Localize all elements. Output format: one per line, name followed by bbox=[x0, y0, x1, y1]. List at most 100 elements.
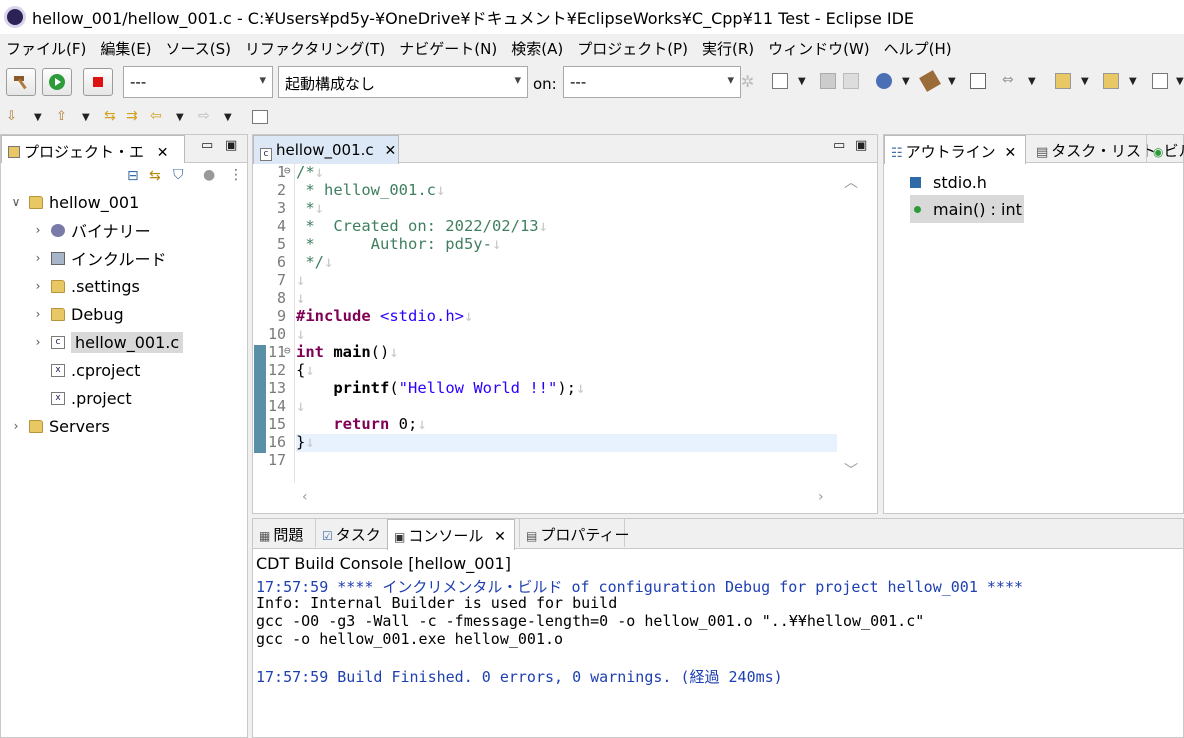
close-icon[interactable]: ✕ bbox=[384, 143, 396, 159]
next-annotation-icon[interactable]: ⇩ bbox=[6, 109, 17, 124]
code-line[interactable]: 12 {↓ bbox=[254, 361, 315, 379]
chevron-right-icon[interactable]: › bbox=[31, 223, 45, 237]
tree-item[interactable]: › Debug bbox=[31, 301, 124, 327]
chevron-down-icon[interactable]: ▼ bbox=[798, 76, 806, 87]
view-menu-icon[interactable]: ⋮ bbox=[229, 167, 243, 183]
chevron-down-icon[interactable]: ▼ bbox=[1028, 76, 1036, 87]
launch-button[interactable] bbox=[42, 68, 72, 96]
tab-properties[interactable]: ▤ プロパティー bbox=[519, 519, 629, 547]
scroll-right-icon[interactable]: › bbox=[818, 489, 824, 505]
code-line[interactable]: 17 bbox=[254, 451, 288, 469]
new-folder-icon[interactable] bbox=[1103, 73, 1119, 89]
menu-file[interactable]: ファイル(F) bbox=[6, 38, 86, 59]
binary-icon[interactable] bbox=[970, 73, 986, 89]
prev-annotation-icon[interactable]: ⇧ bbox=[56, 109, 67, 124]
close-icon[interactable]: ✕ bbox=[494, 529, 506, 545]
minimize-icon[interactable]: ▭ bbox=[833, 138, 845, 153]
tree-item[interactable]: › .settings bbox=[31, 273, 140, 299]
tree-item[interactable]: x .cproject bbox=[31, 357, 140, 383]
tab-project-explorer[interactable]: プロジェクト・エ ✕ bbox=[1, 135, 185, 164]
fold-icon[interactable]: ⊖ bbox=[284, 164, 291, 177]
maximize-icon[interactable]: ▣ bbox=[855, 138, 867, 153]
chevron-down-icon[interactable]: ▼ bbox=[902, 76, 910, 87]
back-icon[interactable]: ⇦ bbox=[150, 108, 162, 124]
gear-icon[interactable]: ✲ bbox=[741, 72, 754, 91]
menu-source[interactable]: ソース(S) bbox=[166, 38, 231, 59]
code-line[interactable]: 5 * Author: pd5y-↓ bbox=[254, 235, 501, 253]
collapse-all-icon[interactable]: ⊟ bbox=[127, 168, 139, 184]
chevron-down-icon[interactable]: ▼ bbox=[82, 112, 90, 123]
maximize-icon[interactable]: ▣ bbox=[225, 138, 237, 153]
tab-tasks[interactable]: ☑ タスク bbox=[315, 519, 385, 547]
chevron-right-icon[interactable]: › bbox=[31, 307, 45, 321]
chevron-down-icon[interactable]: ▼ bbox=[1129, 76, 1137, 87]
menu-run[interactable]: 実行(R) bbox=[702, 38, 754, 59]
tab-console[interactable]: ▣ コンソール ✕ bbox=[387, 519, 515, 550]
menu-help[interactable]: ヘルプ(H) bbox=[884, 38, 952, 59]
menu-search[interactable]: 検索(A) bbox=[511, 38, 563, 59]
code-line[interactable]: 6 */↓ bbox=[254, 253, 333, 271]
scroll-up-icon[interactable]: ︿ bbox=[844, 172, 858, 192]
fold-icon[interactable]: ⊖ bbox=[284, 344, 291, 357]
code-line[interactable]: 2 * hellow_001.c↓ bbox=[254, 181, 445, 199]
menu-navigate[interactable]: ナビゲート(N) bbox=[399, 38, 497, 59]
save-icon[interactable] bbox=[820, 73, 836, 89]
new-class-icon[interactable] bbox=[1152, 73, 1168, 89]
chevron-down-icon[interactable]: ▼ bbox=[176, 112, 184, 123]
code-line[interactable]: 14 ↓ bbox=[254, 397, 305, 415]
stop-button[interactable] bbox=[83, 68, 113, 96]
forward-edit-icon[interactable]: ⇉ bbox=[126, 108, 138, 124]
tab-outline[interactable]: ☷ アウトライン ✕ bbox=[884, 135, 1026, 164]
code-line[interactable]: 3 *↓ bbox=[254, 199, 324, 217]
code-line[interactable]: 10 ↓ bbox=[254, 325, 305, 343]
new-project-icon[interactable] bbox=[1055, 73, 1071, 89]
tab-problems[interactable]: ▦ 問題 bbox=[253, 519, 315, 547]
code-line[interactable]: 8 ↓ bbox=[254, 289, 305, 307]
chevron-down-icon[interactable]: ▼ bbox=[1176, 76, 1184, 87]
menu-refactor[interactable]: リファクタリング(T) bbox=[245, 38, 385, 59]
code-line[interactable]: 11 ⊖ int main()↓ bbox=[254, 343, 399, 361]
tab-task-list[interactable]: ▤ タスク・リスト bbox=[1030, 135, 1162, 163]
code-line[interactable]: 4 * Created on: 2022/02/13↓ bbox=[254, 217, 548, 235]
code-line[interactable]: 9 #include <stdio.h>↓ bbox=[254, 307, 473, 325]
close-icon[interactable]: ✕ bbox=[1004, 145, 1016, 161]
chevron-right-icon[interactable]: › bbox=[31, 335, 45, 349]
chevron-down-icon[interactable]: ▼ bbox=[34, 112, 42, 123]
filter-icon[interactable]: ⛉ bbox=[173, 167, 184, 183]
tab-build-targets[interactable]: ◉ビル bbox=[1146, 135, 1184, 163]
last-edit-icon[interactable]: ⇆ bbox=[104, 108, 116, 124]
menu-project[interactable]: プロジェクト(P) bbox=[577, 38, 688, 59]
chevron-down-icon[interactable]: ▼ bbox=[224, 112, 232, 123]
launch-mode-combo[interactable]: --- ▾ bbox=[123, 66, 273, 98]
launch-target-combo[interactable]: --- ▾ bbox=[563, 66, 741, 98]
build-button[interactable] bbox=[6, 68, 36, 96]
code-editor[interactable]: 1 ⊖/*↓ 2 * hellow_001.c↓ 3 *↓ 4 * Created on… bbox=[254, 163, 838, 483]
code-line[interactable]: 7 ↓ bbox=[254, 271, 305, 289]
build-all-icon[interactable] bbox=[919, 70, 941, 92]
outline-item-main[interactable]: main() : int bbox=[910, 195, 1024, 223]
forward-icon[interactable]: ⇨ bbox=[198, 108, 210, 124]
outline-item-stdio-h[interactable]: stdio.h bbox=[910, 169, 987, 195]
tree-item[interactable]: › バイナリー bbox=[31, 217, 151, 243]
scroll-left-icon[interactable]: ‹ bbox=[302, 489, 308, 505]
chevron-down-icon[interactable]: ∨ bbox=[9, 195, 23, 209]
code-line[interactable]: 15 return 0;↓ bbox=[254, 415, 427, 433]
tree-item[interactable]: › インクルード bbox=[31, 245, 167, 271]
launch-config-combo[interactable]: 起動構成なし ▾ bbox=[278, 66, 528, 98]
scroll-down-icon[interactable]: ﹀ bbox=[844, 460, 858, 480]
new-file-icon[interactable] bbox=[772, 73, 788, 89]
close-icon[interactable]: ✕ bbox=[157, 145, 169, 161]
chevron-right-icon[interactable]: › bbox=[31, 279, 45, 293]
code-line[interactable]: 16}↓ bbox=[254, 433, 315, 451]
open-task-icon[interactable] bbox=[252, 110, 268, 124]
code-line[interactable]: 1 ⊖ /*↓ bbox=[254, 163, 324, 181]
tree-item[interactable]: x .project bbox=[31, 385, 132, 411]
debug-icon[interactable] bbox=[876, 73, 892, 89]
focus-icon[interactable]: ● bbox=[203, 167, 215, 183]
menu-window[interactable]: ウィンドウ(W) bbox=[768, 38, 870, 59]
chevron-down-icon[interactable]: ▼ bbox=[1081, 76, 1089, 87]
chevron-right-icon[interactable]: › bbox=[9, 419, 23, 433]
minimize-icon[interactable]: ▭ bbox=[201, 138, 213, 153]
tab-editor-hellow-001-c[interactable]: c hellow_001.c ✕ bbox=[253, 135, 399, 164]
chevron-down-icon[interactable]: ▼ bbox=[948, 76, 956, 87]
